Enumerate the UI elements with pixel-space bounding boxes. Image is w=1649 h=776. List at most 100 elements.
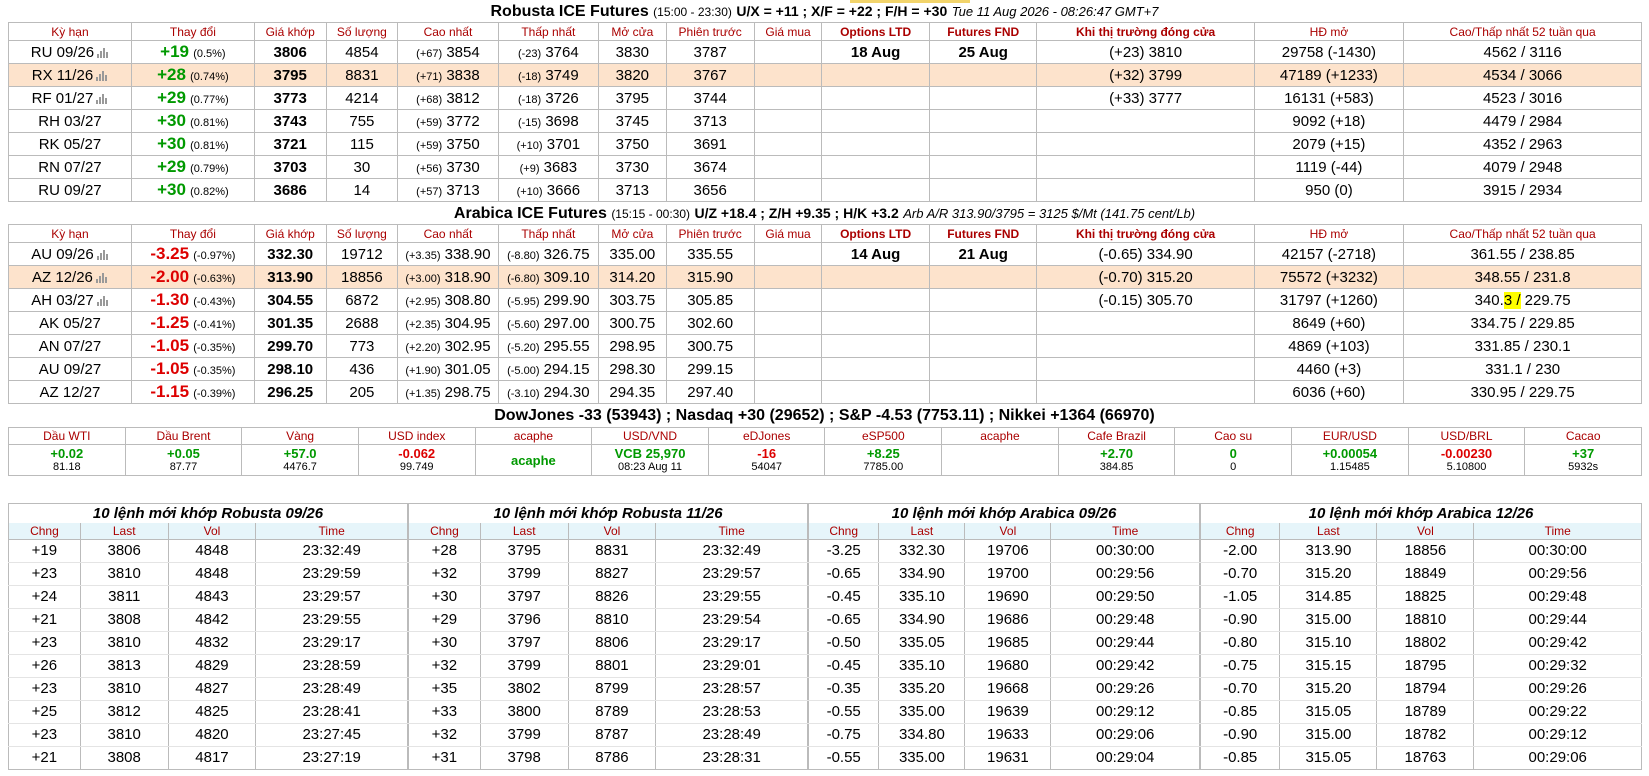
market-price: 87.77: [169, 461, 198, 473]
change-percent: (0.74%): [190, 71, 229, 83]
low-cell: (-23) 3764: [497, 40, 600, 64]
low-price: 3683: [543, 158, 578, 176]
contract-term[interactable]: AU 09/26: [31, 246, 94, 263]
bar-chart-icon[interactable]: [96, 70, 109, 81]
contract-row: RX 11/26 +28 (0.74%) 3795 8831 (+71) 3838 (-1…: [8, 63, 1642, 87]
bar-chart-icon[interactable]: [97, 47, 110, 58]
contract-term[interactable]: AK 05/27: [39, 315, 101, 332]
trade-time: 23:32:49: [255, 539, 408, 563]
acaphe-link[interactable]: acaphe: [511, 453, 556, 468]
column-header: Futures FND: [928, 224, 1038, 243]
bar-chart-icon[interactable]: [95, 272, 108, 283]
high-low-52w-value: 331.1 / 230: [1485, 360, 1561, 378]
trade-change: +23: [8, 562, 81, 586]
contract-term[interactable]: RF 01/27: [32, 90, 94, 107]
stock-indices: DowJones -33 (53943) ; Nasdaq +30 (29652…: [494, 407, 1155, 424]
market-cell[interactable]: +8.25 7785.00: [824, 444, 943, 476]
market-cell[interactable]: +0.05 87.77: [124, 444, 243, 476]
contract-term-cell[interactable]: RN 07/27: [8, 155, 132, 179]
last-price: 3686: [253, 178, 327, 202]
trade-last: 3797: [479, 631, 569, 655]
trade-time: 00:29:56: [1473, 562, 1642, 586]
contract-term[interactable]: RK 05/27: [39, 136, 102, 153]
trade-volume: 18825: [1376, 585, 1475, 609]
contract-term[interactable]: AU 09/27: [39, 361, 102, 378]
market-change: +8.25: [866, 446, 900, 461]
contract-term-cell[interactable]: RX 11/26: [8, 63, 132, 87]
high-low-52-weeks: 4562 / 3116: [1403, 40, 1642, 64]
low-price: 295.55: [543, 337, 590, 355]
contract-term-cell[interactable]: RH 03/27: [8, 109, 132, 133]
trade-volume: 19680: [964, 654, 1052, 678]
options-ltd: [821, 155, 930, 179]
options-ltd: [821, 86, 930, 110]
trade-row: +30 3797 8806 23:29:17: [408, 631, 808, 655]
contract-term[interactable]: AN 07/27: [39, 338, 102, 355]
contract-term-cell[interactable]: AZ 12/27: [8, 380, 132, 404]
change-value: +29: [157, 88, 186, 107]
trade-time: 00:29:48: [1050, 608, 1200, 632]
contract-term-cell[interactable]: RK 05/27: [8, 132, 132, 156]
contract-term[interactable]: AZ 12/26: [32, 269, 93, 286]
trade-last: 3799: [479, 562, 569, 586]
market-cell[interactable]: -0.00230 5.10800: [1407, 444, 1526, 476]
bar-chart-icon[interactable]: [96, 295, 109, 306]
contract-term-cell[interactable]: RU 09/27: [8, 178, 132, 202]
market-cell[interactable]: VCB 25,970 08:23 Aug 11: [591, 444, 709, 476]
market-change: -0.062: [398, 446, 436, 461]
contract-term[interactable]: RX 11/26: [32, 67, 93, 84]
market-cell[interactable]: -0.062 99.749: [357, 444, 476, 476]
change-cell: +29 (0.79%): [130, 155, 255, 179]
change-value: -2.00: [150, 267, 190, 286]
contract-term[interactable]: RU 09/26: [31, 44, 94, 61]
contract-term[interactable]: RH 03/27: [38, 113, 101, 130]
contract-term-cell[interactable]: AU 09/26: [8, 242, 132, 266]
contract-term[interactable]: AZ 12/27: [40, 384, 101, 401]
futures-fnd: [928, 311, 1038, 335]
market-cell[interactable]: acaphe: [474, 444, 593, 476]
market-cell[interactable]: -16 54047: [707, 444, 826, 476]
trade-row: +31 3798 8786 23:28:31: [408, 746, 808, 770]
market-cell[interactable]: 00: [1174, 444, 1293, 476]
column-header: Thay đổi: [130, 224, 255, 243]
market-cell[interactable]: [941, 444, 1059, 476]
open-price: 298.30: [598, 357, 667, 381]
trade-last: 3798: [479, 746, 569, 770]
contract-term-cell[interactable]: AK 05/27: [8, 311, 132, 335]
contract-term[interactable]: AH 03/27: [31, 292, 94, 309]
futures-fnd: [928, 132, 1038, 156]
low-diff: (-5.00): [507, 364, 540, 377]
market-cell[interactable]: +57.0 4476.7: [241, 444, 359, 476]
contract-term[interactable]: RU 09/27: [38, 182, 101, 199]
bar-chart-icon[interactable]: [96, 249, 109, 260]
change-value: -1.05: [150, 336, 190, 355]
trade-volume: 18795: [1376, 654, 1475, 678]
trade-last: 3812: [79, 700, 169, 724]
market-cell[interactable]: +0.02 81.18: [8, 444, 126, 476]
high-low-52w-value: 4479 / 2984: [1482, 112, 1563, 130]
market-cell[interactable]: +2.70 384.85: [1057, 444, 1176, 476]
market-cell[interactable]: +0.00054 1.15485: [1291, 444, 1409, 476]
contract-term-cell[interactable]: AZ 12/26: [8, 265, 132, 289]
trade-change: +31: [408, 746, 481, 770]
change-percent: (0.82%): [190, 186, 229, 198]
trades-column-header: Chng: [8, 523, 81, 540]
contract-term-cell[interactable]: AU 09/27: [8, 357, 132, 381]
change-cell: +30 (0.82%): [130, 178, 255, 202]
contract-term-cell[interactable]: AH 03/27: [8, 288, 132, 312]
contract-term-cell[interactable]: RF 01/27: [8, 86, 132, 110]
bar-chart-icon[interactable]: [96, 93, 109, 104]
trade-change: -0.70: [1199, 562, 1281, 586]
contract-term-cell[interactable]: AN 07/27: [8, 334, 132, 358]
high-low-52-weeks: 4523 / 3016: [1403, 86, 1642, 110]
open-price: 3820: [598, 63, 667, 87]
trade-row: -0.45 335.10 19690 00:29:50: [807, 585, 1200, 609]
change-percent: (-0.43%): [193, 296, 236, 308]
contract-term[interactable]: RN 07/27: [38, 159, 101, 176]
market-cell[interactable]: +37 5932s: [1524, 444, 1642, 476]
contract-term-cell[interactable]: RU 09/26: [8, 40, 132, 64]
volume: 755: [325, 109, 399, 133]
trade-last: 335.05: [878, 631, 966, 655]
robusta-hours: (15:00 - 23:30): [653, 5, 732, 19]
market-close: (-0.70) 315.20: [1036, 265, 1255, 289]
